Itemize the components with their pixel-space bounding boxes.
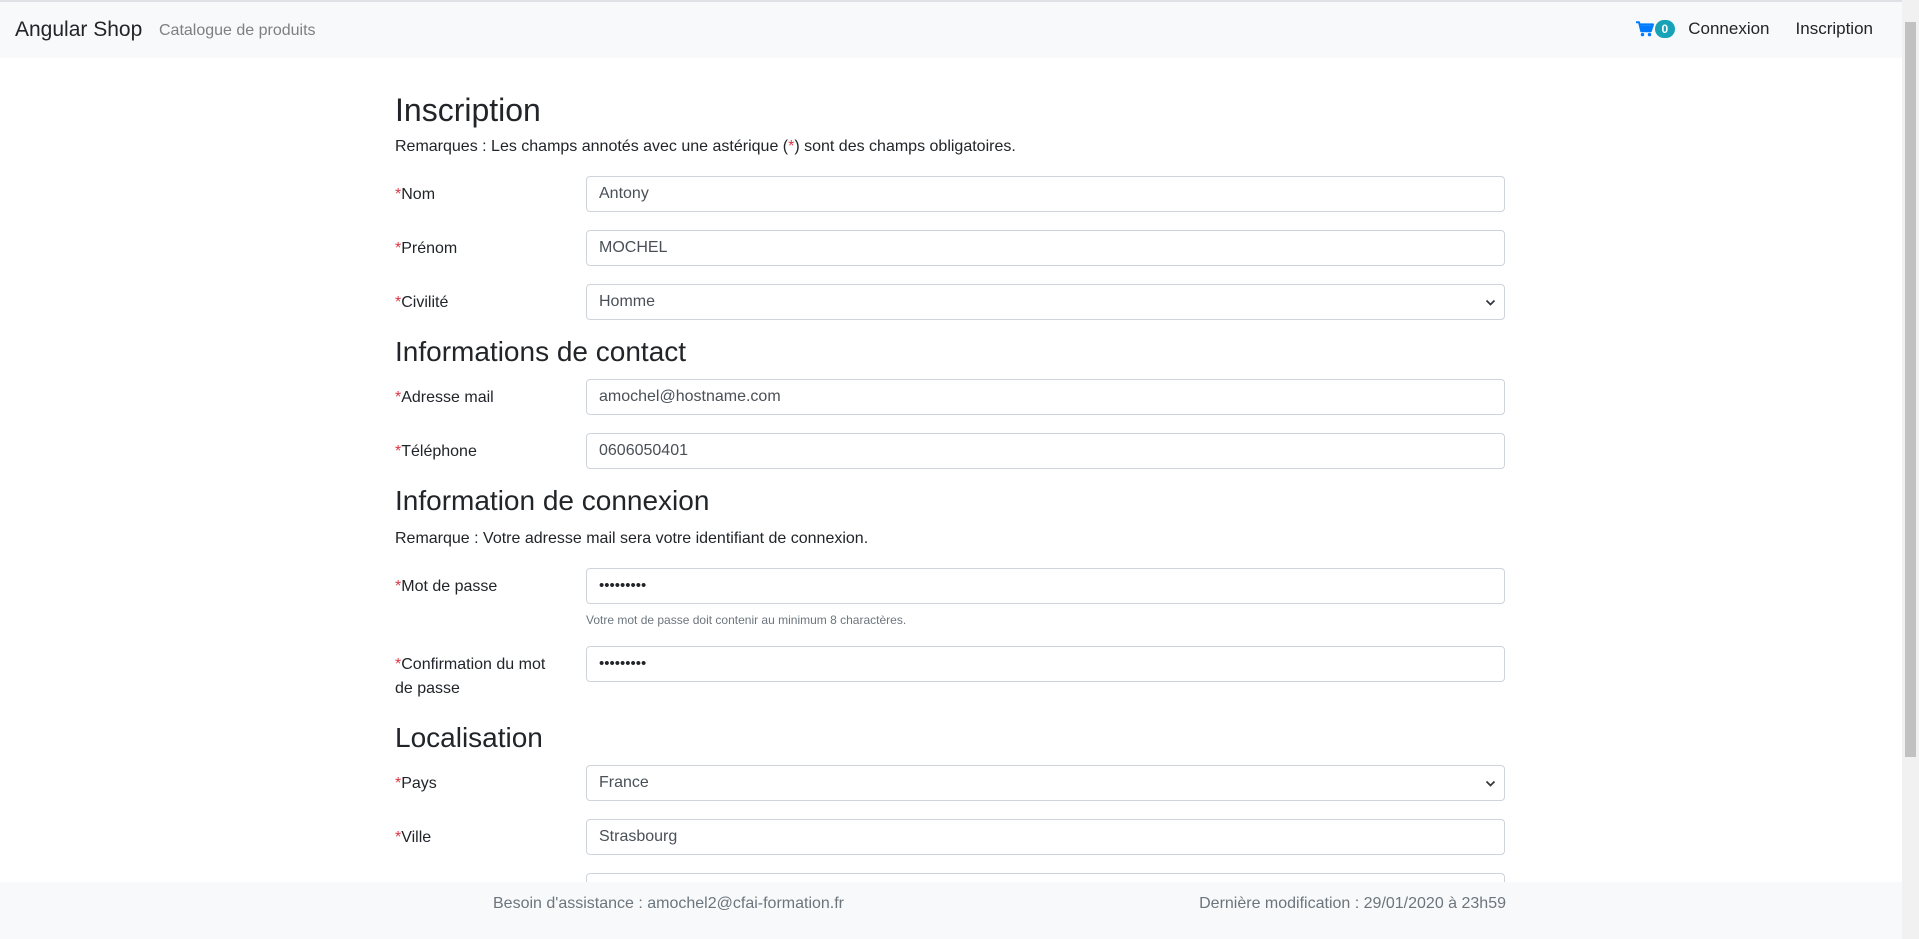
required-note-suffix: ) sont des champs obligatoires. bbox=[794, 138, 1016, 155]
password-confirm-label: *Confirmation du mot de passe bbox=[395, 653, 570, 701]
telephone-input-value: 0606050401 bbox=[599, 442, 688, 459]
password-label: *Mot de passe bbox=[395, 575, 570, 599]
localisation-section-title: Localisation bbox=[395, 722, 543, 753]
contact-section-title: Informations de contact bbox=[395, 336, 687, 367]
footer-last-modified-text: Dernière modification : 29/01/2020 à 23h… bbox=[1199, 895, 1506, 912]
password-confirm-input[interactable]: ••••••••• bbox=[586, 646, 1505, 682]
ville-input[interactable]: Strasbourg bbox=[586, 819, 1505, 855]
password-help-text: Votre mot de passe doit contenir au mini… bbox=[586, 613, 907, 627]
pays-select[interactable]: France bbox=[586, 765, 1505, 801]
nav-login-link[interactable]: Connexion bbox=[1688, 19, 1769, 39]
prenom-input-value: MOCHEL bbox=[599, 239, 668, 256]
password-confirm-label-line2: de passe bbox=[395, 680, 460, 697]
nom-label: *Nom bbox=[395, 183, 570, 207]
navbar: Angular Shop Catalogue de produits 0 Con… bbox=[0, 2, 1902, 58]
civilite-select[interactable]: Homme bbox=[586, 284, 1505, 320]
footer-assistance-text: Besoin d'assistance : amochel2@cfai-form… bbox=[493, 895, 845, 912]
required-note: Remarques : Les champs annotés avec une … bbox=[395, 138, 1016, 156]
civilite-label-text: Civilité bbox=[401, 294, 449, 311]
nom-label-text: Nom bbox=[401, 186, 436, 203]
cart-count-badge: 0 bbox=[1654, 20, 1676, 38]
connexion-section-title: Information de connexion bbox=[395, 485, 710, 516]
ville-label: *Ville bbox=[395, 826, 570, 850]
pays-selected-value: France bbox=[599, 774, 649, 791]
prenom-input[interactable]: MOCHEL bbox=[586, 230, 1505, 266]
pays-label: *Pays bbox=[395, 772, 570, 796]
password-input-value: ••••••••• bbox=[599, 577, 647, 594]
required-note-prefix: Remarques : Les champs annotés avec une … bbox=[395, 138, 789, 155]
cart-button[interactable]: 0 bbox=[1635, 20, 1676, 38]
nom-input[interactable]: Antony bbox=[586, 176, 1505, 212]
telephone-label: *Téléphone bbox=[395, 440, 570, 464]
nav-catalogue-link[interactable]: Catalogue de produits bbox=[159, 22, 316, 40]
password-confirm-label-line1: Confirmation du mot bbox=[401, 656, 546, 673]
connexion-note: Remarque : Votre adresse mail sera votre… bbox=[395, 530, 869, 547]
password-input[interactable]: ••••••••• bbox=[586, 568, 1505, 604]
email-label-text: Adresse mail bbox=[401, 389, 494, 406]
chevron-down-icon bbox=[1485, 780, 1496, 787]
email-input[interactable]: amochel@hostname.com bbox=[586, 379, 1505, 415]
vertical-scrollbar[interactable] bbox=[1902, 0, 1919, 939]
ville-label-text: Ville bbox=[401, 829, 432, 846]
nav-right-group: 0 Connexion Inscription bbox=[1635, 19, 1873, 39]
page-title: Inscription bbox=[395, 92, 541, 128]
nav-register-link[interactable]: Inscription bbox=[1796, 19, 1873, 39]
telephone-label-text: Téléphone bbox=[401, 443, 477, 460]
civilite-label: *Civilité bbox=[395, 291, 570, 315]
registration-form: Inscription Remarques : Les champs annot… bbox=[395, 58, 1507, 882]
prenom-label: *Prénom bbox=[395, 237, 570, 261]
chevron-down-icon bbox=[1485, 299, 1496, 306]
telephone-input[interactable]: 0606050401 bbox=[586, 433, 1505, 469]
civilite-selected-value: Homme bbox=[599, 293, 656, 310]
email-label: *Adresse mail bbox=[395, 386, 570, 410]
password-label-text: Mot de passe bbox=[401, 578, 498, 595]
prenom-label-text: Prénom bbox=[401, 240, 458, 257]
brand-link[interactable]: Angular Shop bbox=[15, 18, 142, 42]
email-input-value: amochel@hostname.com bbox=[599, 388, 781, 405]
ville-input-value: Strasbourg bbox=[599, 828, 678, 845]
nom-input-value: Antony bbox=[599, 185, 649, 202]
pays-label-text: Pays bbox=[401, 775, 437, 792]
next-field-input[interactable] bbox=[586, 873, 1505, 882]
footer: Besoin d'assistance : amochel2@cfai-form… bbox=[0, 882, 1902, 939]
scrollbar-thumb[interactable] bbox=[1905, 22, 1916, 757]
shopping-cart-icon bbox=[1635, 21, 1654, 37]
password-confirm-input-value: ••••••••• bbox=[599, 655, 647, 672]
